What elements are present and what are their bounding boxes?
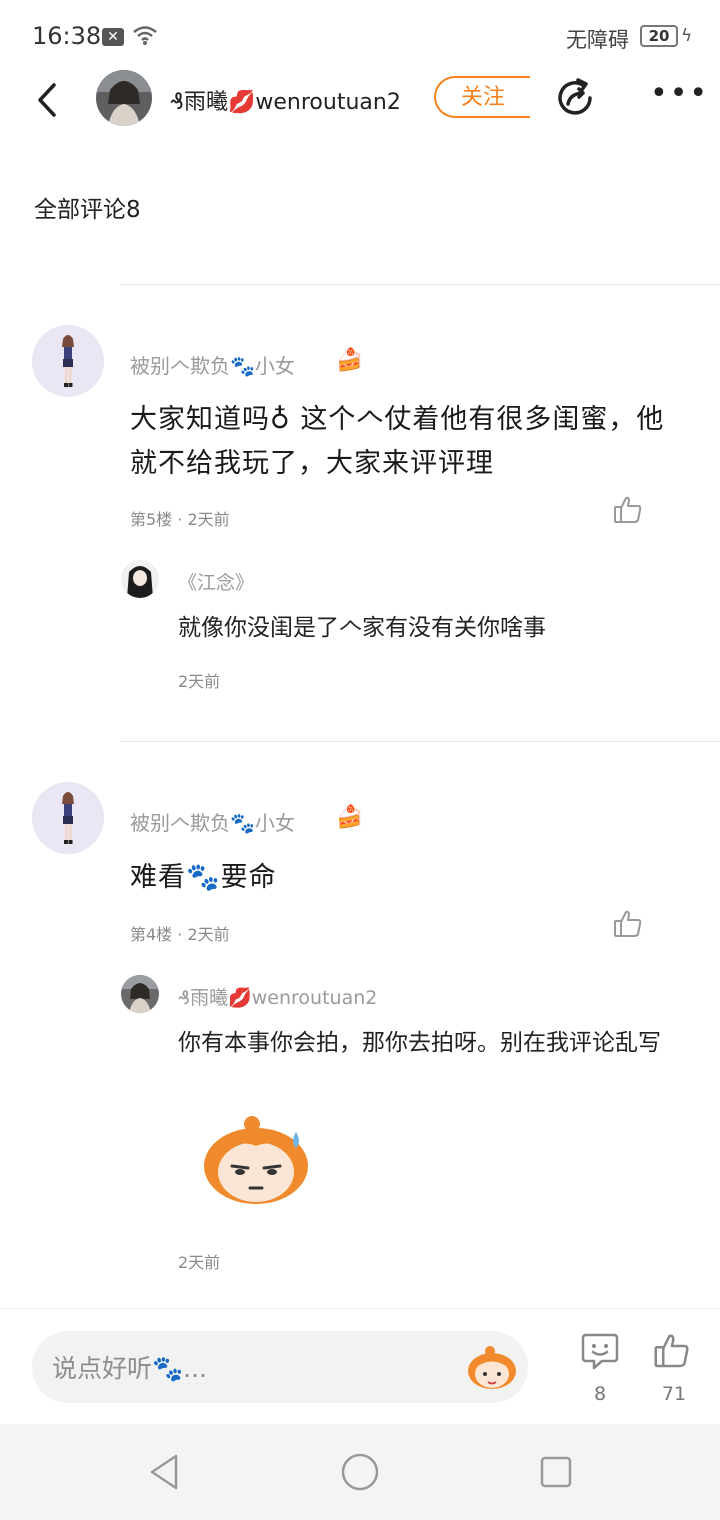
- system-nav-bar: [0, 1424, 720, 1520]
- emoji-sticker-icon[interactable]: [464, 1341, 520, 1393]
- commenter-name[interactable]: 被别𠆢欺负🐾小女: [130, 807, 295, 836]
- divider: [120, 284, 720, 285]
- author-name[interactable]: ₰雨曦💋wenroutuan2: [170, 84, 401, 116]
- reply-avatar[interactable]: [121, 560, 159, 598]
- charging-icon: ϟ: [681, 26, 693, 46]
- status-time: 16:38: [32, 22, 102, 50]
- reply-time: 2天前: [178, 1253, 221, 1272]
- comment-count: 8: [593, 1383, 607, 1405]
- more-icon[interactable]: •••: [650, 79, 707, 112]
- nav-back-icon[interactable]: [146, 1452, 182, 1492]
- comment-meta: 第4楼 · 2天前: [130, 925, 230, 944]
- comment-input-bar: 说点好听🐾... 8 71: [0, 1308, 720, 1424]
- battery-indicator: 20: [640, 25, 678, 47]
- like-count: 71: [661, 1383, 687, 1405]
- reply-user-name[interactable]: 《江念》: [178, 568, 254, 595]
- comments-count-title: 全部评论8: [34, 197, 141, 223]
- reply-avatar[interactable]: [121, 975, 159, 1013]
- nav-recent-icon[interactable]: [538, 1454, 574, 1490]
- sticker-image[interactable]: [196, 1110, 316, 1210]
- comment-text[interactable]: 大家知道吗♁ 这个𠆢仗着他有很多闺蜜，他就不给我玩了，大家来评评理: [130, 398, 670, 486]
- divider: [120, 741, 720, 742]
- nav-home-icon[interactable]: [340, 1452, 380, 1492]
- like-icon[interactable]: [652, 1331, 692, 1371]
- user-badge: 🍰: [336, 348, 364, 373]
- notification-icon: ✕: [102, 28, 124, 46]
- follow-button[interactable]: 关注: [434, 76, 530, 118]
- share-icon[interactable]: [554, 76, 598, 120]
- commenter-name[interactable]: 被别𠆢欺负🐾小女: [130, 350, 295, 379]
- author-avatar[interactable]: [96, 70, 152, 126]
- header: ₰雨曦💋wenroutuan2 关注 •••: [0, 62, 720, 138]
- reply-text[interactable]: 你有本事你会拍，那你去拍呀。别在我评论乱写: [178, 1025, 688, 1061]
- input-placeholder: 说点好听🐾...: [52, 1354, 207, 1383]
- accessibility-label: 无障碍: [566, 28, 629, 52]
- reply-text[interactable]: 就像你没闺是了𠆢家有没有关你啥事: [178, 610, 688, 646]
- comment-icon[interactable]: [580, 1331, 620, 1371]
- reply-user-name[interactable]: ₰雨曦💋wenroutuan2: [178, 983, 377, 1010]
- commenter-avatar[interactable]: [32, 782, 104, 854]
- comment-input[interactable]: 说点好听🐾...: [32, 1331, 528, 1403]
- wifi-icon: [132, 24, 158, 50]
- reply-time: 2天前: [178, 672, 221, 691]
- back-arrow-icon[interactable]: [30, 80, 66, 120]
- comment-meta: 第5楼 · 2天前: [130, 510, 230, 529]
- commenter-avatar[interactable]: [32, 325, 104, 397]
- like-icon[interactable]: [612, 908, 644, 940]
- like-icon[interactable]: [612, 494, 644, 526]
- user-badge: 🍰: [336, 805, 364, 830]
- comment-text[interactable]: 难看🐾要命: [130, 856, 670, 900]
